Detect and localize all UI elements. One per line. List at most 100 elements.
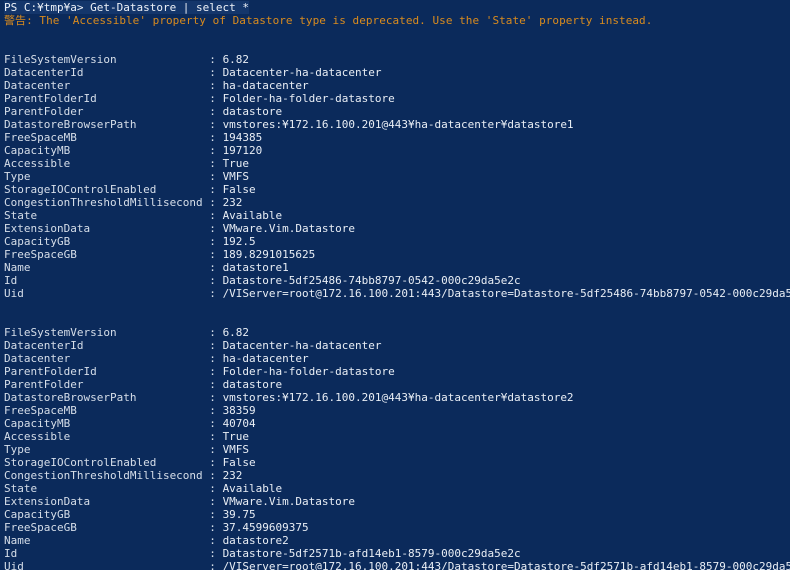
property-row: CapacityMB : 40704 (4, 417, 790, 430)
property-name: State (4, 482, 203, 495)
property-value: VMware.Vim.Datastore (222, 495, 356, 508)
property-name: FileSystemVersion (4, 53, 203, 66)
property-name: Type (4, 443, 203, 456)
property-name: ParentFolder (4, 105, 203, 118)
property-value: 38359 (222, 404, 256, 417)
property-separator: : (202, 92, 223, 105)
property-separator: : (202, 235, 223, 248)
property-row: ExtensionData : VMware.Vim.Datastore (4, 495, 790, 508)
console-screen[interactable]: PS C:¥tmp¥a> Get-Datastore | select * 警告… (0, 0, 790, 570)
property-name: Type (4, 170, 203, 183)
property-separator: : (202, 222, 223, 235)
property-value: vmstores:¥172.16.100.201@443¥ha-datacent… (222, 118, 574, 131)
property-row: DatastoreBrowserPath : vmstores:¥172.16.… (4, 118, 790, 131)
property-separator: : (202, 469, 223, 482)
property-value: Datacenter-ha-datacenter (222, 66, 382, 79)
property-name: FreeSpaceGB (4, 248, 203, 261)
property-row: Name : datastore2 (4, 534, 790, 547)
property-name: FreeSpaceMB (4, 404, 203, 417)
property-name: ParentFolderId (4, 365, 203, 378)
property-value: 39.75 (222, 508, 256, 521)
property-separator: : (202, 456, 223, 469)
property-value: Datastore-5df2571b-afd14eb1-8579-000c29d… (222, 547, 521, 560)
property-value: True (222, 430, 250, 443)
property-separator: : (202, 131, 223, 144)
property-separator: : (202, 430, 223, 443)
property-value: VMFS (222, 170, 250, 183)
property-separator: : (202, 547, 223, 560)
property-separator: : (202, 170, 223, 183)
property-value: 232 (222, 196, 243, 209)
property-value: Folder-ha-folder-datastore (222, 92, 395, 105)
property-value: 37.4599609375 (222, 521, 309, 534)
command-prompt-line[interactable]: PS C:¥tmp¥a> Get-Datastore | select * (4, 1, 790, 14)
property-name: DatastoreBrowserPath (4, 391, 203, 404)
property-separator: : (202, 79, 223, 92)
property-value: Datacenter-ha-datacenter (222, 339, 382, 352)
property-row: ParentFolderId : Folder-ha-folder-datast… (4, 365, 790, 378)
property-name: StorageIOControlEnabled (4, 183, 203, 196)
property-row: Type : VMFS (4, 170, 790, 183)
property-name: CapacityMB (4, 417, 203, 430)
property-row: FreeSpaceMB : 194385 (4, 131, 790, 144)
property-name: FileSystemVersion (4, 326, 203, 339)
property-separator: : (202, 248, 223, 261)
property-separator: : (202, 339, 223, 352)
property-row: FileSystemVersion : 6.82 (4, 53, 790, 66)
property-separator: : (202, 326, 223, 339)
property-separator: : (202, 118, 223, 131)
property-value: 197120 (222, 144, 263, 157)
property-name: DatacenterId (4, 66, 203, 79)
property-value: Available (222, 482, 283, 495)
property-value: Folder-ha-folder-datastore (222, 365, 395, 378)
property-separator: : (202, 560, 223, 570)
property-value: datastore1 (222, 261, 289, 274)
property-row: FileSystemVersion : 6.82 (4, 326, 790, 339)
property-row: State : Available (4, 209, 790, 222)
property-value: Datastore-5df25486-74bb8797-0542-000c29d… (222, 274, 521, 287)
property-value: False (222, 183, 256, 196)
property-separator: : (202, 157, 223, 170)
property-value: /VIServer=root@172.16.100.201:443/Datast… (222, 287, 790, 300)
property-row: Accessible : True (4, 157, 790, 170)
property-row: Datacenter : ha-datacenter (4, 352, 790, 365)
property-separator: : (202, 66, 223, 79)
command-prompt-text[interactable]: PS C:¥tmp¥a> Get-Datastore | select * (4, 1, 250, 14)
property-name: CongestionThresholdMillisecond (4, 469, 203, 482)
property-name: Id (4, 274, 203, 287)
property-separator: : (202, 521, 223, 534)
property-name: ExtensionData (4, 495, 203, 508)
property-row: CapacityGB : 39.75 (4, 508, 790, 521)
property-row: ParentFolderId : Folder-ha-folder-datast… (4, 92, 790, 105)
powershell-console-window[interactable]: PS C:¥tmp¥a> Get-Datastore | select * 警告… (0, 0, 790, 570)
property-separator: : (202, 417, 223, 430)
property-value: datastore (222, 378, 283, 391)
property-value: 6.82 (222, 326, 250, 339)
property-row: StorageIOControlEnabled : False (4, 183, 790, 196)
property-row: Datacenter : ha-datacenter (4, 79, 790, 92)
property-row: FreeSpaceGB : 189.8291015625 (4, 248, 790, 261)
property-name: State (4, 209, 203, 222)
property-separator: : (202, 261, 223, 274)
property-row: DatacenterId : Datacenter-ha-datacenter (4, 339, 790, 352)
property-value: ha-datacenter (222, 79, 309, 92)
property-row: StorageIOControlEnabled : False (4, 456, 790, 469)
property-separator: : (202, 352, 223, 365)
property-value: ha-datacenter (222, 352, 309, 365)
property-value: 232 (222, 469, 243, 482)
property-name: Uid (4, 560, 203, 570)
property-name: Datacenter (4, 79, 203, 92)
property-value: 40704 (222, 417, 256, 430)
warning-message: 警告: The 'Accessible' property of Datasto… (4, 14, 653, 27)
property-name: FreeSpaceGB (4, 521, 203, 534)
property-name: Uid (4, 287, 203, 300)
property-name: DatacenterId (4, 339, 203, 352)
property-row: CongestionThresholdMillisecond : 232 (4, 196, 790, 209)
property-separator: : (202, 209, 223, 222)
property-name: StorageIOControlEnabled (4, 456, 203, 469)
property-value: datastore2 (222, 534, 289, 547)
property-value: Available (222, 209, 283, 222)
